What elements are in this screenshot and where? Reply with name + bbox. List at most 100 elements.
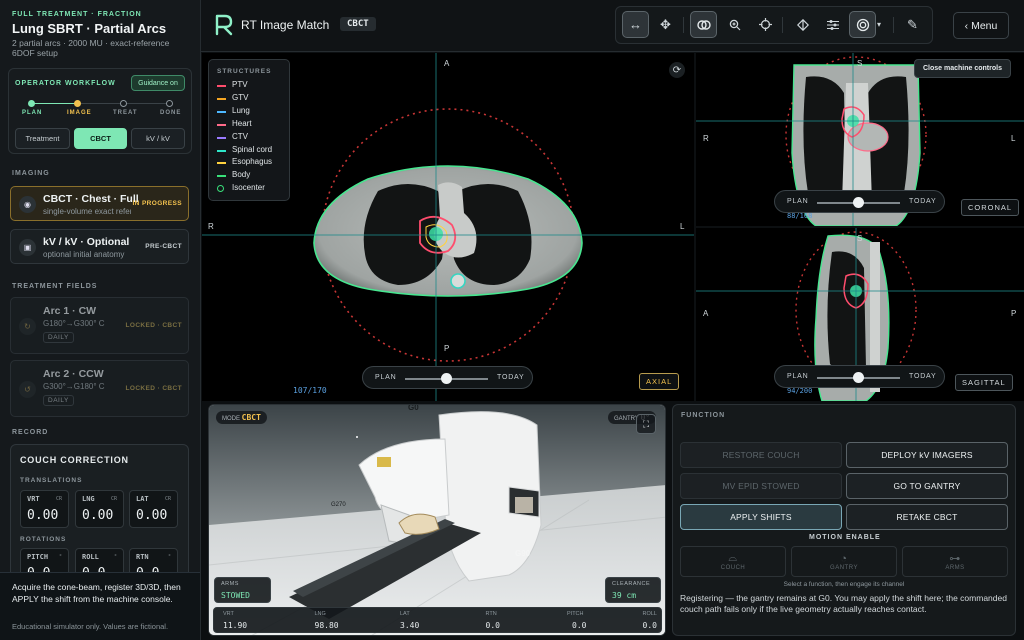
imaging-item-cbct[interactable]: ◉ CBCT · Chest · Full single-volume exac… xyxy=(10,186,189,221)
coronal-blend-slider[interactable]: PLAN TODAY xyxy=(774,190,945,213)
close-machine-controls-button[interactable]: Close machine controls xyxy=(914,59,1011,78)
mode-label: MODE xyxy=(222,416,240,422)
crosshair-icon[interactable] xyxy=(752,11,779,38)
step-progress xyxy=(31,103,77,104)
zoom-icon[interactable] xyxy=(721,11,748,38)
arrows-horizontal-icon[interactable]: ↔ xyxy=(622,11,649,38)
orientation-left: R xyxy=(208,222,214,231)
readout-rtn: RTN 0.0 xyxy=(438,608,513,632)
lat-value: 0.00 xyxy=(136,508,168,523)
fullscreen-icon[interactable]: ⛶ xyxy=(636,414,656,434)
slider-knob[interactable] xyxy=(441,373,452,384)
orientation-left: A xyxy=(703,309,709,318)
guidance-toggle[interactable]: Guidance on xyxy=(131,75,185,91)
field-arc-1[interactable]: ↻ Arc 1 · CW G180°→G300° C LOCKED · CBCT… xyxy=(10,297,189,354)
move-icon[interactable]: ✥ xyxy=(652,11,679,38)
restore-couch-button[interactable]: RESTORE COUCH xyxy=(680,442,842,468)
structure-swatch xyxy=(217,85,226,87)
lng-unit: CR xyxy=(110,496,117,502)
disclaimer: Educational simulator only. Values are f… xyxy=(12,622,169,631)
mv-epid-stowed-button[interactable]: MV EPID STOWED xyxy=(680,473,842,499)
machine-3d-view[interactable]: MODE CBCT GANTRY 0° ⛶ G0 G270 G90 ARMS S… xyxy=(208,404,666,636)
arms-value: STOWED xyxy=(221,591,250,600)
imaging-item-sub: single-volume exact reference xyxy=(43,207,131,216)
structure-item[interactable]: Esophagus xyxy=(217,157,289,168)
reset-view-icon[interactable]: ⟳ xyxy=(669,62,685,78)
step-dot-image xyxy=(74,100,81,107)
readout-value: 11.90 xyxy=(223,621,248,630)
gantry-270-label: G270 xyxy=(331,502,346,508)
apply-shifts-button[interactable]: APPLY SHIFTS xyxy=(680,504,842,530)
slider-knob[interactable] xyxy=(853,372,864,383)
readout-value: 0.0 xyxy=(642,621,657,630)
roll-label: ROLL xyxy=(82,553,99,561)
structure-item[interactable]: CTV xyxy=(217,132,289,143)
orientation-right: L xyxy=(1011,134,1016,143)
slider-knob[interactable] xyxy=(853,197,864,208)
axial-blend-slider[interactable]: PLAN TODAY xyxy=(362,366,533,389)
orientation-right: P xyxy=(1011,309,1017,318)
imaging-item-kv[interactable]: ▣ kV / kV · Optional optional initial an… xyxy=(10,229,189,264)
structure-item[interactable]: Heart xyxy=(217,119,289,130)
couch-icon: ⌓ xyxy=(728,552,738,564)
coronal-viewport[interactable]: S R L Close machine controls PLAN TODAY … xyxy=(696,53,1024,226)
motion-arms-button[interactable]: ⊶ ARMS xyxy=(902,546,1008,577)
sagittal-blend-slider[interactable]: PLAN TODAY xyxy=(774,365,945,388)
target-dropdown-icon[interactable]: ▾ xyxy=(877,20,881,29)
top-bar: RT Image Match CBCT ↔ ✥ ▾ ✎ ‹ Menu xyxy=(201,0,1024,52)
readout-label: LNG xyxy=(314,611,326,617)
go-to-gantry-button[interactable]: GO TO GANTRY xyxy=(846,473,1008,499)
vrt-field[interactable]: VRT CR 0.00 xyxy=(20,490,69,528)
field-title: Arc 1 · CW xyxy=(43,305,97,317)
mode-value: CBCT xyxy=(241,413,261,422)
lat-field[interactable]: LAT CR 0.00 xyxy=(129,490,178,528)
structure-item[interactable]: Isocenter xyxy=(217,183,289,194)
field-arc-2[interactable]: ↺ Arc 2 · CCW G300°→G180° C LOCKED · CBC… xyxy=(10,360,189,417)
status-badge: IN PROGRESS xyxy=(132,200,182,207)
lng-field[interactable]: LNG CR 0.00 xyxy=(75,490,124,528)
slice-indicator: 107/170 xyxy=(293,386,327,395)
tab-kv-kv[interactable]: kV / kV xyxy=(131,128,185,149)
pencil-icon[interactable]: ✎ xyxy=(899,11,926,38)
gantry-90-label: G90 xyxy=(515,549,531,558)
sagittal-tag[interactable]: SAGITTAL xyxy=(955,374,1013,391)
structure-item[interactable]: Body xyxy=(217,170,289,181)
sliders-icon[interactable] xyxy=(819,11,846,38)
lat-label: LAT xyxy=(136,495,149,503)
step-treat: TREAT xyxy=(113,110,138,116)
step-plan: PLAN xyxy=(22,110,43,116)
structure-label: CTV xyxy=(232,131,248,141)
plan-label: PLAN xyxy=(787,198,809,205)
sagittal-viewport[interactable]: S A P PLAN TODAY 94/200 SAGITTAL xyxy=(696,228,1024,401)
motion-gantry-button[interactable]: ◔ GANTRY xyxy=(791,546,897,577)
field-sub: G180°→G300° C xyxy=(43,319,105,328)
field-sub: G300°→G180° C xyxy=(43,382,105,391)
field-chip: DAILY xyxy=(43,395,74,406)
structure-item[interactable]: GTV xyxy=(217,93,289,104)
field-title: Arc 2 · CCW xyxy=(43,368,104,380)
menu-button[interactable]: ‹ Menu xyxy=(953,12,1009,39)
motion-couch-button[interactable]: ⌓ COUCH xyxy=(680,546,786,577)
record-label: RECORD xyxy=(12,429,49,436)
axial-tag[interactable]: AXIAL xyxy=(639,373,680,390)
readout-label: ROLL xyxy=(642,611,657,617)
orientation-bottom: P xyxy=(444,344,450,353)
readout-value: 3.40 xyxy=(400,621,420,630)
retake-cbct-button[interactable]: RETAKE CBCT xyxy=(846,504,1008,530)
axial-viewport[interactable]: A P R L ⟳ STRUCTURES PTV GTV Lung Heart CTV S… xyxy=(202,53,694,401)
readout-label: VRT xyxy=(223,611,234,617)
diamond-icon[interactable] xyxy=(789,11,816,38)
structure-item[interactable]: PTV xyxy=(217,80,289,91)
structure-item[interactable]: Spinal cord xyxy=(217,145,289,156)
step-dot-done xyxy=(166,100,173,107)
field-lock-badge: LOCKED · CBCT xyxy=(125,385,182,392)
target-icon[interactable] xyxy=(849,11,876,38)
coronal-tag[interactable]: CORONAL xyxy=(961,199,1020,216)
overlay-icon[interactable] xyxy=(690,11,717,38)
locked-arc-icon: ↺ xyxy=(19,381,36,398)
tab-cbct[interactable]: CBCT xyxy=(74,128,127,149)
deploy-kv-imagers-button[interactable]: DEPLOY kV IMAGERS xyxy=(846,442,1008,468)
structure-item[interactable]: Lung xyxy=(217,106,289,117)
tab-treatment[interactable]: Treatment xyxy=(15,128,70,149)
step-done: DONE xyxy=(160,110,182,116)
